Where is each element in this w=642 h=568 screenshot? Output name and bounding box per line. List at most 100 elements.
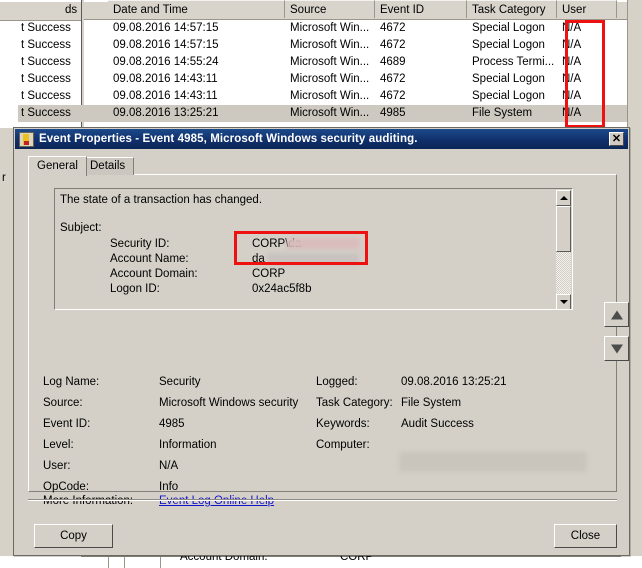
description-subject-label: Subject: [60,222,102,234]
previous-event-button[interactable] [604,302,629,327]
property-value-1: Microsoft Windows security [159,397,298,409]
general-tab-page: The state of a transaction has changed. … [28,174,617,492]
table-row[interactable]: 09.08.2016 14:55:24Microsoft Win...4689P… [81,54,642,71]
cell-eventid: 4672 [375,71,467,88]
cell-category: File System [467,105,557,122]
event-list-panel: Date and TimeSourceEvent IDTask Category… [81,0,642,128]
field-value-logon-id: 0x24ac5f8b [252,283,311,295]
dialog-tab-strip: General Details [28,156,617,175]
dialog-title-bar[interactable]: Event Properties - Event 4985, Microsoft… [15,129,628,149]
cell-source: Microsoft Win... [285,88,375,105]
close-icon[interactable]: ✕ [609,132,624,146]
event-log-online-help-link[interactable]: Event Log Online Help [159,495,274,507]
property-right-value-0: 09.08.2016 13:25:21 [401,376,507,388]
property-label-0: Log Name: [43,376,99,388]
property-label-5: OpCode: [43,481,89,493]
property-label-1: Source: [43,397,83,409]
event-list-column-header-datetime[interactable]: Date and Time [108,0,285,18]
property-right-value-2: Audit Success [401,418,474,430]
cell-source: Microsoft Win... [285,37,375,54]
field-value-account-domain: CORP [252,268,285,280]
property-value-2: 4985 [159,418,185,430]
sliver-column-border [160,556,161,568]
table-row[interactable]: 09.08.2016 14:57:15Microsoft Win...4672S… [81,20,642,37]
cell-eventid: 4672 [375,20,467,37]
sliver-clipped-text: CORP [340,556,373,563]
description-line-1: The state of a transaction has changed. [60,194,262,206]
scroll-down-arrow-icon [560,300,568,304]
sliver-clipped-text: Account Domain: [180,556,268,563]
event-list-column-header-category[interactable]: Task Category [467,0,557,18]
description-scrollbar[interactable] [556,190,571,310]
field-label-account-name: Account Name: [110,253,189,265]
field-label-logon-id: Logon ID: [110,283,160,295]
highlight-user-column [565,20,605,128]
event-list-column-header-source[interactable]: Source [285,0,375,18]
property-right-value-1: File System [401,397,461,409]
field-label-account-domain: Account Domain: [110,268,198,280]
cell-category: Special Logon [467,20,557,37]
cell-keywords-clipped: t Success [18,88,71,105]
cell-source: Microsoft Win... [285,20,375,37]
field-label-security-id: Security ID: [110,238,169,250]
property-right-label-1: Task Category: [316,397,393,409]
event-properties-dialog: Event Properties - Event 4985, Microsoft… [13,127,630,556]
tab-general[interactable]: General [28,156,87,176]
table-row[interactable]: 09.08.2016 14:57:15Microsoft Win...4672S… [81,37,642,54]
sliver-column-border [108,556,109,568]
description-scroll-down-button[interactable] [556,294,571,310]
table-row[interactable]: 09.08.2016 14:43:11Microsoft Win...4672S… [81,71,642,88]
dialog-divider [28,499,617,501]
event-list-column-header-eventid[interactable]: Event ID [375,0,467,18]
event-properties-icon [19,132,34,147]
cell-datetime: 09.08.2016 14:57:15 [108,37,285,54]
tab-details-label: Details [90,160,125,172]
arrow-up-icon [611,310,623,319]
cell-datetime: 09.08.2016 13:25:21 [108,105,285,122]
tab-general-label: General [37,160,78,172]
table-row[interactable]: 09.08.2016 13:25:21Microsoft Win...4985F… [81,105,642,122]
copy-button[interactable]: Copy [34,524,113,548]
event-list-clipped-header-label: ds [62,2,77,19]
description-scroll-up-button[interactable] [556,190,571,206]
event-list-column-header-user[interactable]: User [557,0,617,18]
cell-datetime: 09.08.2016 14:43:11 [108,88,285,105]
property-right-label-2: Keywords: [316,418,370,430]
cell-source: Microsoft Win... [285,71,375,88]
cell-category: Special Logon [467,37,557,54]
sliver-column-border [124,556,125,568]
property-label-3: Level: [43,439,74,451]
cell-keywords-clipped: t Success [18,54,71,71]
computer-name-redaction [399,452,587,472]
background-window-bottom-sliver: Account Domain: CORP [0,556,642,568]
cell-datetime: 09.08.2016 14:57:15 [108,20,285,37]
arrow-down-icon [611,344,623,353]
next-event-button[interactable] [604,336,629,361]
description-scroll-thumb[interactable] [556,206,571,252]
property-label-4: User: [43,460,70,472]
cell-category: Process Termi... [467,54,557,71]
property-value-5: Info [159,481,178,493]
property-right-label-0: Logged: [316,376,358,388]
property-value-3: Information [159,439,217,451]
cell-keywords-clipped: t Success [18,20,71,37]
property-value-0: Security [159,376,201,388]
cell-keywords-clipped: t Success [18,71,71,88]
cell-keywords-clipped: t Success [18,37,71,54]
tab-details[interactable]: Details [81,157,134,175]
scroll-up-arrow-icon [560,196,568,200]
more-information-label: More Information: [43,495,133,507]
property-label-2: Event ID: [43,418,90,430]
stray-glyph: r [2,172,6,184]
close-button[interactable]: Close [554,524,617,548]
property-right-label-3: Computer: [316,439,370,451]
cell-source: Microsoft Win... [285,54,375,71]
dialog-title: Event Properties - Event 4985, Microsoft… [39,133,418,145]
cell-eventid: 4672 [375,88,467,105]
table-row[interactable]: 09.08.2016 14:43:11Microsoft Win...4672S… [81,88,642,105]
cell-category: Special Logon [467,88,557,105]
cell-category: Special Logon [467,71,557,88]
highlight-security-id [234,231,368,265]
event-viewer-right-frame [627,0,642,128]
cell-datetime: 09.08.2016 14:55:24 [108,54,285,71]
